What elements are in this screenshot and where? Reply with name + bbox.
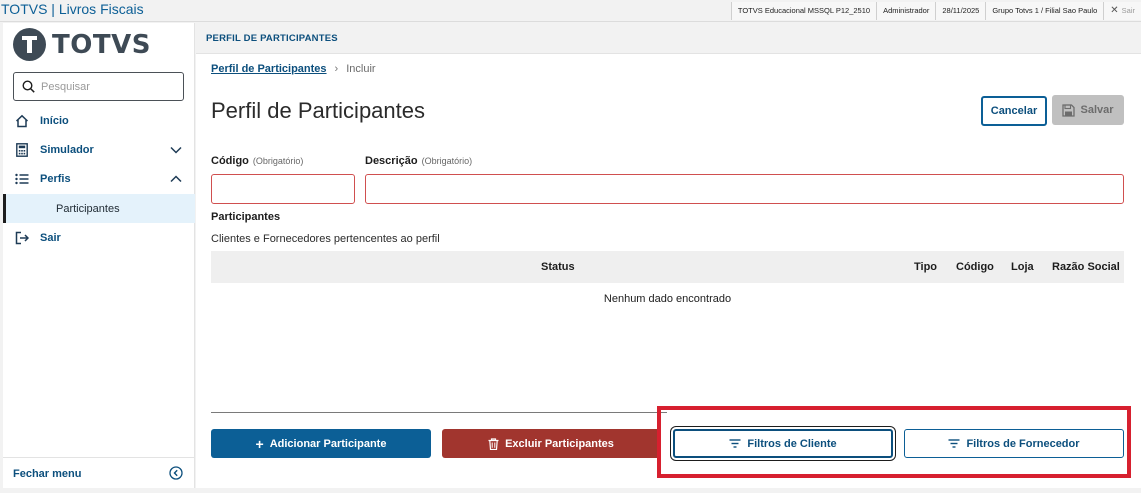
cancel-button[interactable]: Cancelar — [981, 96, 1047, 126]
codigo-label: Código (Obrigatório) — [211, 155, 303, 167]
totvs-logo-icon — [13, 28, 46, 61]
logo-text: TOTVS — [52, 29, 151, 60]
save-icon — [1062, 103, 1076, 117]
page-title: Perfil de Participantes — [211, 98, 425, 123]
top-bar: TOTVS | Livros Fiscais TOTVS Educacional… — [0, 0, 1141, 22]
save-button[interactable]: Salvar — [1052, 95, 1124, 125]
close-menu-button[interactable]: Fechar menu — [3, 457, 195, 488]
sidebar-item-perfis[interactable]: Perfis — [3, 166, 195, 192]
delete-participants-label: Excluir Participantes — [505, 437, 614, 450]
column-header-codigo[interactable]: Código — [956, 261, 994, 273]
breadcrumb-link[interactable]: Perfil de Participantes — [211, 63, 327, 75]
calculator-icon — [14, 142, 30, 158]
highlight-annotation — [657, 406, 1131, 478]
table-header: Status Tipo Código Loja Razão Social — [211, 251, 1124, 283]
sidebar-item-label: Início — [40, 115, 69, 127]
user-info: Administrador — [876, 2, 936, 20]
search-icon — [22, 80, 35, 93]
participants-title: Participantes — [211, 211, 281, 223]
section-header: PERFIL DE PARTICIPANTES — [196, 23, 1141, 54]
add-participant-button[interactable]: + Adicionar Participante — [211, 429, 431, 458]
sidebar-item-label: Perfis — [40, 173, 71, 185]
chevron-right-icon: › — [334, 63, 339, 75]
date-info: 28/11/2025 — [935, 2, 986, 20]
close-menu-label: Fechar menu — [13, 468, 82, 480]
close-icon: ✕ — [1110, 5, 1119, 16]
sidebar-item-participantes[interactable]: Participantes — [3, 194, 195, 223]
plus-icon: + — [255, 435, 264, 452]
list-icon — [14, 171, 30, 187]
codigo-required-hint: (Obrigatório) — [252, 156, 304, 166]
search-box[interactable] — [13, 72, 184, 101]
totvs-logo: TOTVS — [13, 28, 151, 61]
sidebar-item-sair[interactable]: Sair — [3, 225, 195, 251]
column-header-status[interactable]: Status — [541, 261, 575, 273]
descricao-field[interactable] — [365, 174, 1124, 204]
add-participant-label: Adicionar Participante — [269, 437, 387, 450]
table-empty-message: Nenhum dado encontrado — [603, 293, 732, 305]
codigo-label-text: Código — [211, 155, 249, 167]
collapse-menu-icon[interactable] — [169, 466, 183, 480]
sidebar-item-inicio[interactable]: Início — [3, 108, 195, 134]
descricao-required-hint: (Obrigatório) — [421, 156, 473, 166]
logout-icon — [14, 230, 30, 246]
exit-label: Sair — [1121, 6, 1135, 15]
home-icon — [14, 113, 30, 129]
app-title: TOTVS | Livros Fiscais — [1, 1, 144, 17]
table-divider — [211, 412, 667, 413]
codigo-field[interactable] — [211, 174, 355, 204]
participants-subtitle: Clientes e Fornecedores pertencentes ao … — [211, 233, 440, 245]
breadcrumb-current: Incluir — [346, 63, 376, 75]
sidebar: TOTVS Início Simulador Perfis Participan… — [3, 23, 195, 488]
column-header-razao-social[interactable]: Razão Social — [1052, 261, 1120, 273]
sidebar-item-simulador[interactable]: Simulador — [3, 137, 195, 163]
chevron-up-icon — [170, 175, 182, 183]
breadcrumb: Perfil de Participantes › Incluir — [211, 63, 376, 75]
sidebar-item-label: Participantes — [56, 202, 120, 215]
delete-participants-button[interactable]: Excluir Participantes — [442, 429, 660, 458]
save-label: Salvar — [1080, 104, 1114, 116]
descricao-label-text: Descrição — [365, 155, 418, 167]
trash-icon — [488, 437, 499, 450]
branch-info[interactable]: Grupo Totvs 1 / Filial Sao Paulo — [985, 2, 1104, 20]
environment-info: TOTVS Educacional MSSQL P12_2510 — [730, 2, 877, 20]
descricao-label: Descrição (Obrigatório) — [365, 155, 472, 167]
sidebar-item-label: Sair — [40, 232, 61, 244]
info-strip: TOTVS Educacional MSSQL P12_2510 Adminis… — [730, 1, 1141, 21]
chevron-down-icon — [170, 146, 182, 154]
search-input[interactable] — [41, 80, 181, 93]
exit-app-button[interactable]: ✕ Sair — [1103, 2, 1141, 20]
column-header-loja[interactable]: Loja — [1011, 261, 1034, 273]
column-header-tipo[interactable]: Tipo — [914, 261, 937, 273]
sidebar-item-label: Simulador — [40, 144, 94, 156]
section-title: PERFIL DE PARTICIPANTES — [206, 33, 338, 44]
